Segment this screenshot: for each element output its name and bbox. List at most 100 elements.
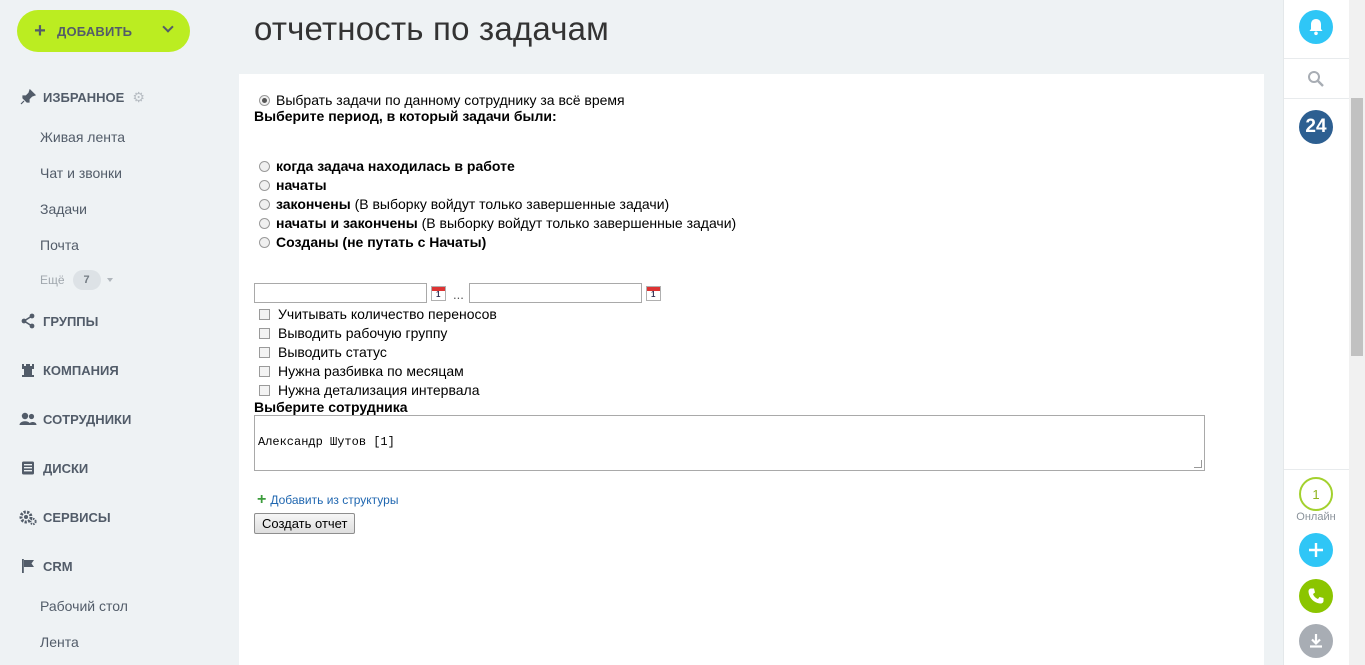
- option-monthly[interactable]: Нужна разбивка по месяцам: [259, 363, 464, 379]
- sidebar-item-tasks[interactable]: Задачи: [40, 201, 87, 217]
- disks-label: ДИСКИ: [43, 460, 89, 476]
- online-counter[interactable]: 1: [1299, 477, 1333, 511]
- sidebar-section-crm[interactable]: CRM: [19, 556, 73, 576]
- option-status[interactable]: Выводить статус: [259, 344, 387, 360]
- label-monthly: Нужна разбивка по месяцам: [278, 363, 464, 379]
- more-count-badge: 7: [72, 270, 101, 290]
- divider: [1284, 469, 1349, 470]
- period-hint-started-finished: (В выборку войдут только завершенные зад…: [417, 215, 737, 231]
- sidebar-item-crm-desktop[interactable]: Рабочий стол: [40, 598, 128, 614]
- sidebar-item-chat[interactable]: Чат и звонки: [40, 165, 122, 181]
- all-time-label: Выбрать задачи по данному сотруднику за …: [276, 92, 625, 108]
- period-label-created: Созданы (не путать с Начаты): [276, 234, 487, 250]
- download-icon[interactable]: [1299, 624, 1333, 658]
- checkbox-monthly[interactable]: [259, 365, 270, 377]
- calendar-from-icon[interactable]: 1: [431, 286, 446, 301]
- label-workgroup: Выводить рабочую группу: [278, 325, 448, 341]
- date-range-separator: ...: [453, 287, 464, 302]
- sidebar-item-live-feed[interactable]: Живая лента: [40, 129, 125, 145]
- add-from-structure-label: Добавить из структуры: [270, 493, 399, 507]
- bitrix24-logo[interactable]: 24: [1299, 110, 1333, 144]
- period-radio-started-finished[interactable]: [259, 217, 270, 229]
- scrollbar-thumb[interactable]: [1351, 98, 1363, 356]
- add-button[interactable]: + ДОБАВИТЬ: [17, 10, 190, 52]
- period-option-in-work[interactable]: когда задача находилась в работе: [259, 158, 515, 174]
- employees-label: СОТРУДНИКИ: [43, 411, 132, 427]
- period-option-started[interactable]: начаты: [259, 177, 327, 193]
- sidebar-item-mail[interactable]: Почта: [40, 237, 79, 253]
- employee-textarea[interactable]: Александр Шутов [1]: [254, 415, 1205, 471]
- share-icon: [19, 312, 37, 330]
- search-icon[interactable]: [1305, 68, 1327, 90]
- phone-icon[interactable]: [1299, 579, 1333, 613]
- divider: [1284, 98, 1349, 99]
- period-option-finished[interactable]: закончены (В выборку войдут только завер…: [259, 196, 669, 212]
- page-scrollbar[interactable]: [1349, 0, 1365, 665]
- favorites-label: ИЗБРАННОЕ: [43, 89, 125, 105]
- checkbox-status[interactable]: [259, 346, 270, 358]
- users-icon: [19, 410, 37, 428]
- caret-down-icon: [106, 278, 113, 282]
- pin-icon: [19, 88, 37, 106]
- checkbox-workgroup[interactable]: [259, 327, 270, 339]
- option-workgroup[interactable]: Выводить рабочую группу: [259, 325, 447, 341]
- period-option-started-finished[interactable]: начаты и закончены (В выборку войдут тол…: [259, 215, 736, 231]
- label-interval-detail: Нужна детализация интервала: [278, 382, 480, 398]
- date-to-input[interactable]: [469, 283, 642, 303]
- disk-icon: [19, 459, 37, 477]
- gears-icon: [19, 508, 37, 526]
- calendar-to-icon[interactable]: 1: [646, 286, 661, 301]
- sidebar-section-disks[interactable]: ДИСКИ: [19, 458, 88, 478]
- flag-icon: [19, 557, 37, 575]
- plus-icon: +: [257, 491, 267, 508]
- period-radio-finished[interactable]: [259, 198, 270, 210]
- period-radio-started[interactable]: [259, 179, 270, 191]
- period-label-started-finished: начаты и закончены: [276, 215, 418, 231]
- tower-icon: [19, 361, 37, 379]
- label-count-transfers: Учитывать количество переносов: [278, 306, 497, 322]
- employee-value: Александр Шутов [1]: [258, 435, 395, 449]
- resize-handle[interactable]: [1194, 460, 1202, 468]
- add-button-label: ДОБАВИТЬ: [57, 23, 133, 39]
- sidebar-section-services[interactable]: СЕРВИСЫ: [19, 507, 111, 527]
- plus-icon: +: [34, 20, 46, 42]
- option-count-transfers[interactable]: Учитывать количество переносов: [259, 306, 497, 322]
- create-report-button[interactable]: Создать отчет: [254, 513, 356, 534]
- checkbox-count-transfers[interactable]: [259, 308, 270, 320]
- period-hint-finished: (В выборку войдут только завершенные зад…: [350, 196, 670, 212]
- sidebar-more[interactable]: Ещё 7: [40, 270, 113, 290]
- services-label: СЕРВИСЫ: [43, 509, 111, 525]
- period-label-in-work: когда задача находилась в работе: [276, 158, 515, 174]
- period-radio-in-work[interactable]: [259, 160, 270, 172]
- period-option-created[interactable]: Созданы (не путать с Начаты): [259, 234, 486, 250]
- divider: [1284, 58, 1349, 59]
- bell-icon[interactable]: [1299, 10, 1333, 44]
- more-label: Ещё: [40, 273, 65, 287]
- company-label: КОМПАНИЯ: [43, 362, 119, 378]
- period-label-started: начаты: [276, 177, 327, 193]
- crm-label: CRM: [43, 558, 73, 574]
- period-heading: Выберите период, в который задачи были:: [254, 108, 557, 124]
- left-sidebar: + ДОБАВИТЬ ИЗБРАННОЕ ⚙ Живая лента Чат и…: [0, 0, 239, 665]
- groups-label: ГРУППЫ: [43, 313, 99, 329]
- employee-heading: Выберите сотрудника: [254, 399, 408, 415]
- add-from-structure-link[interactable]: + Добавить из структуры: [257, 492, 398, 508]
- gear-icon[interactable]: ⚙: [132, 89, 145, 106]
- option-interval-detail[interactable]: Нужна детализация интервала: [259, 382, 479, 398]
- period-radio-created[interactable]: [259, 236, 270, 248]
- checkbox-interval-detail[interactable]: [259, 384, 270, 396]
- page-title: отчетность по задачам: [254, 10, 610, 47]
- label-status: Выводить статус: [278, 344, 387, 360]
- chevron-down-icon: [162, 21, 174, 33]
- add-circle-icon[interactable]: [1299, 533, 1333, 567]
- period-label-finished: закончены: [276, 196, 351, 212]
- sidebar-section-employees[interactable]: СОТРУДНИКИ: [19, 409, 131, 429]
- sidebar-item-crm-feed[interactable]: Лента: [40, 634, 79, 650]
- sidebar-section-favorites[interactable]: ИЗБРАННОЕ ⚙: [19, 87, 145, 107]
- all-time-radio[interactable]: [259, 94, 270, 106]
- online-label: Онлайн: [1296, 511, 1336, 523]
- sidebar-section-company[interactable]: КОМПАНИЯ: [19, 360, 119, 380]
- all-time-option[interactable]: Выбрать задачи по данному сотруднику за …: [259, 92, 625, 108]
- date-from-input[interactable]: [254, 283, 427, 303]
- sidebar-section-groups[interactable]: ГРУППЫ: [19, 311, 98, 331]
